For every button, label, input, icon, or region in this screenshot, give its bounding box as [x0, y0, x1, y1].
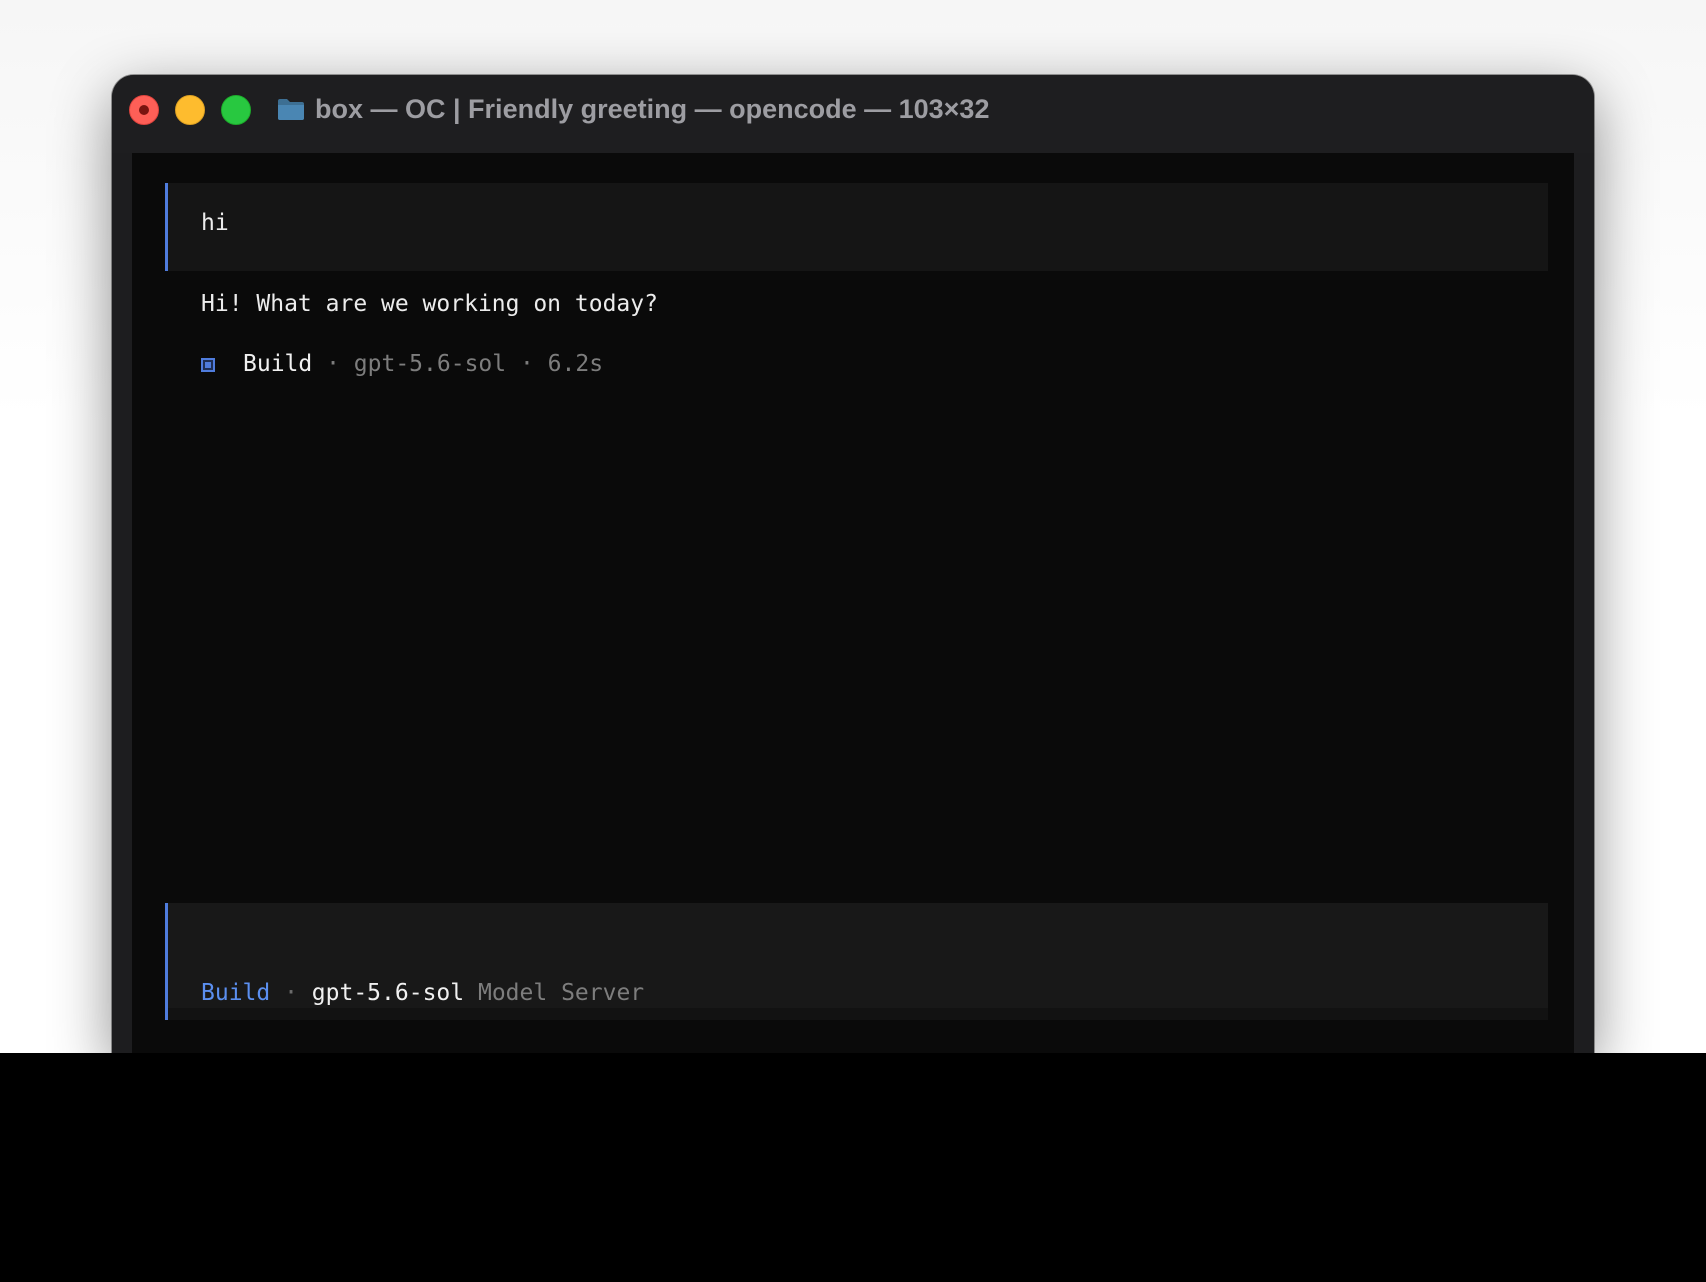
provider-name: Model Server [477, 980, 645, 1006]
assistant-reply: Hi! What are we working on today? [201, 291, 658, 317]
prompt-input[interactable]: Build · gpt-5.6-sol Model Server [165, 903, 1548, 1008]
meta-separator: · [312, 351, 354, 377]
response-meta: Build · gpt-5.6-sol · 6.2s [201, 351, 603, 377]
user-message: hi [165, 183, 1548, 271]
terminal-window: box — OC | Friendly greeting — opencode … [112, 75, 1594, 1053]
window-title-group: box — OC | Friendly greeting — opencode … [277, 92, 989, 126]
folder-icon [278, 99, 304, 120]
user-message-text: hi [201, 210, 229, 236]
meta-separator: · [506, 351, 548, 377]
meta-agent: Build [243, 351, 313, 377]
close-button[interactable] [129, 95, 159, 125]
prompt-input-bottom [165, 1008, 1548, 1020]
square-icon [201, 358, 215, 372]
meta-duration: 6.2s [547, 351, 604, 377]
agent-selector[interactable]: Build [201, 980, 270, 1006]
model-selector[interactable]: gpt-5.6-sol [312, 980, 464, 1006]
meta-model: gpt-5.6-sol [353, 351, 507, 377]
status-separator: · [270, 980, 312, 1006]
terminal-area[interactable]: hi Hi! What are we working on today? Bui… [132, 153, 1574, 1053]
minimize-button[interactable] [175, 95, 205, 125]
maximize-button[interactable] [221, 95, 251, 125]
window-title: box — OC | Friendly greeting — opencode … [315, 93, 990, 124]
input-status-line: Build · gpt-5.6-sol Model Server [201, 980, 644, 1006]
provider-label: Model Server [464, 980, 644, 1006]
bottom-black-area [0, 1053, 1706, 1282]
title-bar[interactable]: box — OC | Friendly greeting — opencode … [112, 75, 1594, 153]
